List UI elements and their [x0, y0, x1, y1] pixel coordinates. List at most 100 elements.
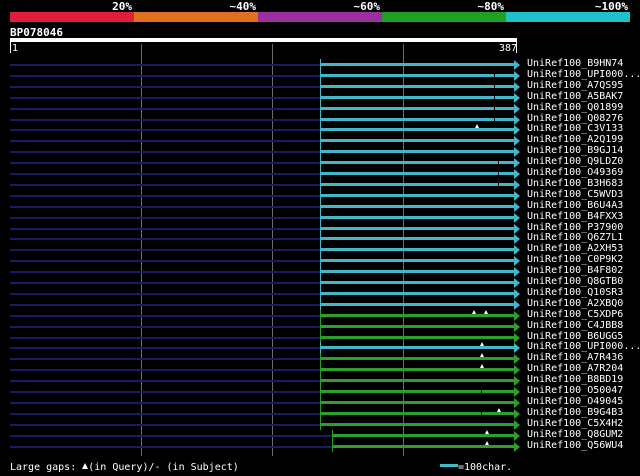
- scale-legend-text: =100char.: [458, 462, 513, 473]
- hit-arrow-icon: [514, 408, 520, 419]
- hit-start-cap: [320, 102, 321, 114]
- hit-arrow-icon: [514, 354, 520, 365]
- hit-alignment-bar[interactable]: [320, 379, 515, 383]
- hit-alignment-bar[interactable]: [332, 433, 515, 437]
- hit-arrow-icon: [514, 179, 520, 190]
- query-gap-marker-icon: [474, 124, 479, 129]
- hit-start-cap: [320, 222, 321, 234]
- query-start: 1: [12, 43, 19, 54]
- hit-start-cap: [320, 124, 321, 136]
- hit-arrow-icon: [514, 190, 520, 201]
- hit-start-cap: [320, 342, 321, 354]
- hit-arrow-icon: [514, 397, 520, 408]
- scale-segment: [134, 12, 258, 22]
- legend-subject-gap: - (in Subject): [154, 462, 239, 473]
- hit-arrow-icon: [514, 430, 520, 441]
- hit-alignment-bar[interactable]: [320, 139, 515, 143]
- hit-arrow-icon: [514, 114, 520, 125]
- percent-label: ~60%: [353, 0, 381, 13]
- hit-arrow-icon: [514, 212, 520, 223]
- hit-alignment-bar[interactable]: [320, 390, 515, 393]
- query-line: [10, 38, 517, 42]
- hit-alignment-bar[interactable]: [320, 302, 515, 306]
- hit-alignment-bar[interactable]: [320, 73, 515, 77]
- hit-alignment-bar[interactable]: [320, 335, 515, 339]
- hit-start-cap: [320, 309, 321, 321]
- query-end: 387: [498, 43, 517, 54]
- hit-alignment-bar[interactable]: [320, 106, 515, 110]
- hit-alignment-bar[interactable]: [320, 324, 515, 328]
- hit-alignment-bar[interactable]: [320, 172, 515, 175]
- hit-alignment-bar[interactable]: [320, 63, 515, 66]
- scale-segment: [506, 12, 630, 22]
- hit-row[interactable]: UniRef100_Q56WU4: [0, 440, 640, 452]
- hit-alignment-bar[interactable]: [332, 444, 515, 448]
- hit-start-cap: [320, 200, 321, 212]
- hit-alignment-bar[interactable]: [320, 95, 515, 99]
- hit-alignment-bar[interactable]: [320, 204, 515, 208]
- gap-legend: Large gaps: (in Query)/- (in Subject): [10, 462, 239, 473]
- hit-arrow-icon: [514, 147, 520, 158]
- hit-arrow-icon: [514, 60, 520, 70]
- subject-gap-marker: [493, 81, 495, 90]
- subject-gap-marker: [480, 387, 482, 395]
- hit-alignment-bar[interactable]: [320, 117, 515, 121]
- hit-arrow-icon: [514, 158, 520, 169]
- hit-arrow-icon: [514, 419, 520, 430]
- hit-start-cap: [320, 375, 321, 387]
- scale-segment: [10, 12, 134, 22]
- percent-label: ~40%: [229, 0, 257, 13]
- hit-alignment-bar[interactable]: [320, 259, 515, 263]
- percent-label: 20%: [112, 0, 132, 13]
- hit-alignment-bar[interactable]: [320, 313, 515, 317]
- hit-alignment-bar[interactable]: [320, 357, 515, 361]
- hit-start-cap: [320, 189, 321, 201]
- hit-start-cap: [320, 277, 321, 288]
- hit-arrow-icon: [514, 267, 520, 278]
- hit-alignment-bar[interactable]: [320, 346, 515, 350]
- hit-alignment-bar[interactable]: [320, 182, 515, 186]
- hit-start-cap: [320, 178, 321, 190]
- hit-start-cap: [320, 386, 321, 397]
- hit-alignment-bar[interactable]: [320, 400, 515, 404]
- percent-label: ~80%: [477, 0, 505, 13]
- hit-alignment-bar[interactable]: [320, 84, 515, 88]
- hit-arrow-icon: [514, 299, 520, 310]
- hit-alignment-bar[interactable]: [320, 150, 515, 154]
- hit-start-cap: [320, 69, 321, 81]
- hit-alignment-bar[interactable]: [320, 161, 515, 165]
- legend-query-gap: (in Query)/: [88, 462, 155, 473]
- hit-alignment-bar[interactable]: [320, 215, 515, 219]
- query-gap-marker-icon: [483, 309, 488, 314]
- hit-start-cap: [320, 266, 321, 278]
- hit-alignment-bar[interactable]: [320, 291, 515, 295]
- hit-start-cap: [320, 298, 321, 310]
- query-gap-marker-icon: [485, 440, 490, 445]
- hit-start-cap: [320, 113, 321, 125]
- hit-alignment-bar[interactable]: [320, 248, 515, 252]
- hit-arrow-icon: [514, 169, 520, 179]
- hit-alignment-bar[interactable]: [320, 368, 515, 372]
- hit-alignment-bar[interactable]: [320, 237, 515, 241]
- hit-alignment-bar[interactable]: [320, 193, 515, 197]
- hit-arrow-icon: [514, 256, 520, 267]
- hit-arrow-icon: [514, 441, 520, 452]
- hit-alignment-bar[interactable]: [320, 226, 515, 230]
- hit-alignment-bar[interactable]: [320, 270, 515, 274]
- hit-start-cap: [320, 168, 321, 179]
- query-gap-marker-icon: [479, 342, 484, 347]
- query-gap-marker-icon: [485, 429, 490, 434]
- hit-alignment-bar[interactable]: [320, 281, 515, 284]
- subject-gap-marker: [480, 408, 482, 417]
- hit-alignment-bar[interactable]: [320, 128, 515, 132]
- hit-arrow-icon: [514, 70, 520, 81]
- hit-start-cap: [320, 418, 321, 430]
- hit-alignment-bar[interactable]: [320, 411, 515, 415]
- query-gap-marker-icon: [472, 309, 477, 314]
- hit-label-link[interactable]: UniRef100_Q56WU4: [527, 440, 623, 452]
- subject-gap-marker: [493, 70, 495, 79]
- hit-alignment-bar[interactable]: [320, 422, 515, 426]
- hit-arrow-icon: [514, 92, 520, 103]
- hit-start-cap: [320, 91, 321, 103]
- hit-arrow-icon: [514, 136, 520, 147]
